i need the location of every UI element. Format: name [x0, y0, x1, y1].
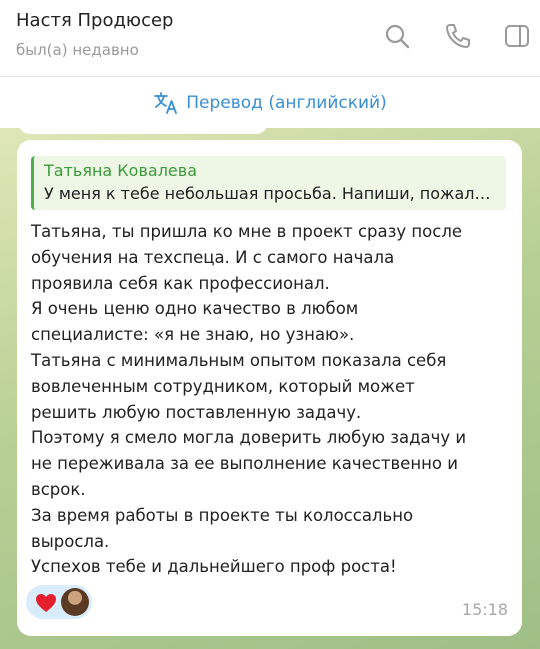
previous-message-bubble — [18, 128, 268, 134]
message-line: всрок. — [31, 479, 86, 499]
chat-background: Татьяна Ковалева У меня к тебе небольшая… — [0, 128, 540, 649]
message-line: проявила себя как профессионал. — [31, 273, 330, 293]
message-line: не переживала за ее выполнение качествен… — [31, 454, 458, 474]
message-line: обучения на техспеца. И с самого начала — [31, 247, 395, 267]
message-line: Я очень ценю одно качество в любом — [31, 299, 359, 319]
reactor-avatar[interactable] — [61, 588, 89, 616]
message-line: Татьяна, ты пришла ко мне в проект сразу… — [31, 222, 463, 241]
reply-text: У меня к тебе небольшая просьба. Напиши,… — [44, 184, 496, 203]
message-line: специалисте: «я не знаю, но узнаю». — [31, 325, 355, 345]
reply-author: Татьяна Ковалева — [44, 161, 197, 180]
message-line: За время работы в проекте ты колоссально — [31, 505, 414, 525]
chat-title[interactable]: Настя Продюсер — [16, 10, 173, 31]
sidebar-panel-icon[interactable] — [503, 22, 531, 50]
reaction-chip[interactable] — [26, 585, 92, 619]
message-bubble[interactable]: Татьяна Ковалева У меня к тебе небольшая… — [17, 140, 522, 636]
message-line: Успехов тебе и дальнейшего проф роста! — [31, 557, 397, 577]
message-text: Татьяна, ты пришла ко мне в проект сразу… — [31, 219, 509, 580]
message-line: выросла. — [31, 531, 110, 551]
chat-header: Настя Продюсер был(а) недавно — [0, 0, 540, 77]
chat-status: был(а) недавно — [16, 41, 139, 59]
message-line: вовлеченным сотрудником, который может — [31, 376, 415, 396]
message-time: 15:18 — [461, 600, 508, 619]
message-line: Поэтому я смело могла доверить любую зад… — [31, 428, 467, 448]
phone-icon[interactable] — [444, 22, 472, 50]
message-line: решить любую поставленную задачу. — [31, 402, 362, 422]
translate-label[interactable]: Перевод (английский) — [186, 93, 386, 113]
message-line: Татьяна с минимальным опытом показала се… — [31, 350, 447, 370]
reply-quote[interactable]: Татьяна Ковалева У меня к тебе небольшая… — [31, 156, 506, 210]
heart-icon — [36, 594, 56, 612]
translate-bar[interactable]: Перевод (английский) — [0, 77, 540, 128]
translate-icon — [154, 91, 178, 114]
search-icon[interactable] — [383, 22, 411, 50]
